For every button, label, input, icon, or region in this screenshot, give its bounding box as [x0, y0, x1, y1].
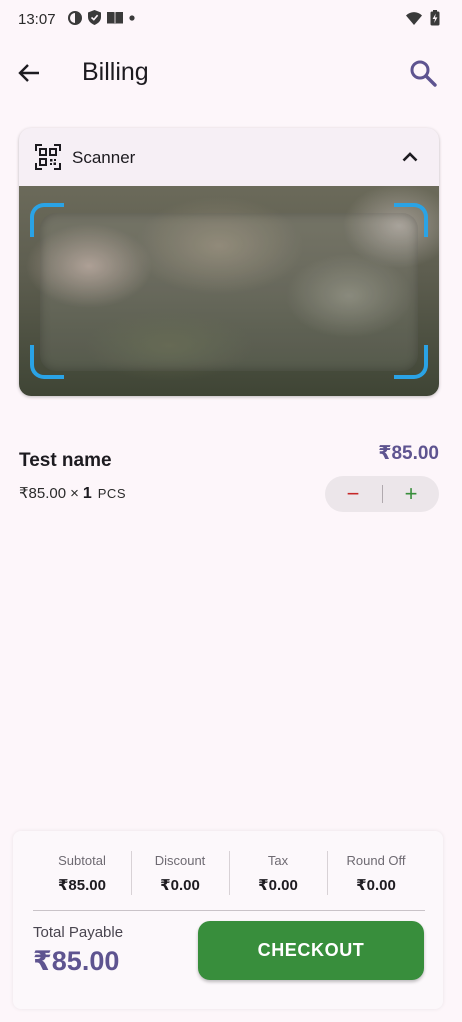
chevron-up-icon	[402, 152, 418, 162]
scanner-collapse-button[interactable]	[399, 146, 421, 168]
cart-item: Test name ₹85.00 × 1 PCS ₹85.00 − +	[19, 438, 439, 518]
arrow-left-icon	[18, 64, 39, 82]
summary-breakdown: Subtotal ₹85.00 Discount ₹0.00 Tax ₹0.00…	[33, 849, 425, 897]
page-title: Billing	[82, 58, 149, 86]
item-total: ₹85.00	[378, 443, 439, 464]
back-button[interactable]	[12, 56, 46, 90]
summary-label: Round Off	[346, 853, 406, 868]
billing-screen: 13:07 Billing Scanner Test name ₹85.00 ×…	[0, 0, 462, 1022]
summary-label: Tax	[267, 853, 289, 868]
summary-round-off: Round Off ₹0.00	[327, 849, 425, 897]
checkout-button[interactable]: CHECKOUT	[198, 921, 424, 980]
summary-discount: Discount ₹0.00	[131, 849, 229, 897]
scan-frame-corner-bottom-left	[30, 345, 64, 379]
summary-label: Subtotal	[58, 853, 106, 868]
summary-value: ₹85.00	[58, 877, 106, 894]
bill-summary-panel: Subtotal ₹85.00 Discount ₹0.00 Tax ₹0.00…	[13, 831, 443, 1009]
camera-preview	[19, 186, 439, 396]
item-quantity: 1	[82, 485, 92, 502]
search-icon	[410, 60, 437, 87]
scanner-card: Scanner	[19, 128, 439, 396]
summary-subtotal: Subtotal ₹85.00	[33, 849, 131, 897]
status-bar: 13:07	[0, 0, 462, 38]
scan-frame-corner-top-right	[394, 203, 428, 237]
summary-tax: Tax ₹0.00	[229, 849, 327, 897]
summary-label: Discount	[154, 853, 206, 868]
item-unit-price: ₹85.00	[19, 485, 67, 502]
plus-icon: +	[404, 481, 418, 506]
summary-value: ₹0.00	[258, 877, 298, 894]
book-icon	[107, 11, 123, 25]
item-multiplier: ×	[70, 485, 79, 502]
data-saver-icon	[68, 10, 82, 25]
qr-scan-icon	[35, 144, 61, 170]
total-payable-label: Total Payable	[33, 924, 124, 941]
decrease-quantity-button[interactable]: −	[325, 476, 381, 512]
summary-value: ₹0.00	[356, 877, 396, 894]
notification-dot-icon	[129, 14, 135, 21]
battery-charging-icon	[430, 10, 440, 26]
item-name: Test name	[19, 450, 112, 471]
scan-window	[40, 213, 418, 371]
scanner-label: Scanner	[72, 148, 136, 167]
quantity-stepper: − +	[325, 476, 439, 512]
status-time: 13:07	[18, 11, 56, 28]
item-unit: PCS	[97, 486, 126, 501]
scan-frame-corner-top-left	[30, 203, 64, 237]
search-button[interactable]	[406, 56, 440, 90]
summary-value: ₹0.00	[160, 877, 200, 894]
summary-divider	[33, 910, 425, 911]
status-system-icons	[406, 10, 440, 26]
scanner-header[interactable]: Scanner	[19, 128, 439, 186]
wifi-icon	[406, 11, 422, 25]
app-bar: Billing	[0, 38, 462, 110]
scan-frame-corner-bottom-right	[394, 345, 428, 379]
total-payable-value: ₹85.00	[33, 946, 120, 976]
shield-icon	[88, 10, 101, 25]
increase-quantity-button[interactable]: +	[383, 476, 439, 512]
minus-icon: −	[346, 481, 360, 506]
status-notification-icons	[68, 10, 135, 25]
item-price-line: ₹85.00 × 1 PCS	[19, 484, 126, 503]
